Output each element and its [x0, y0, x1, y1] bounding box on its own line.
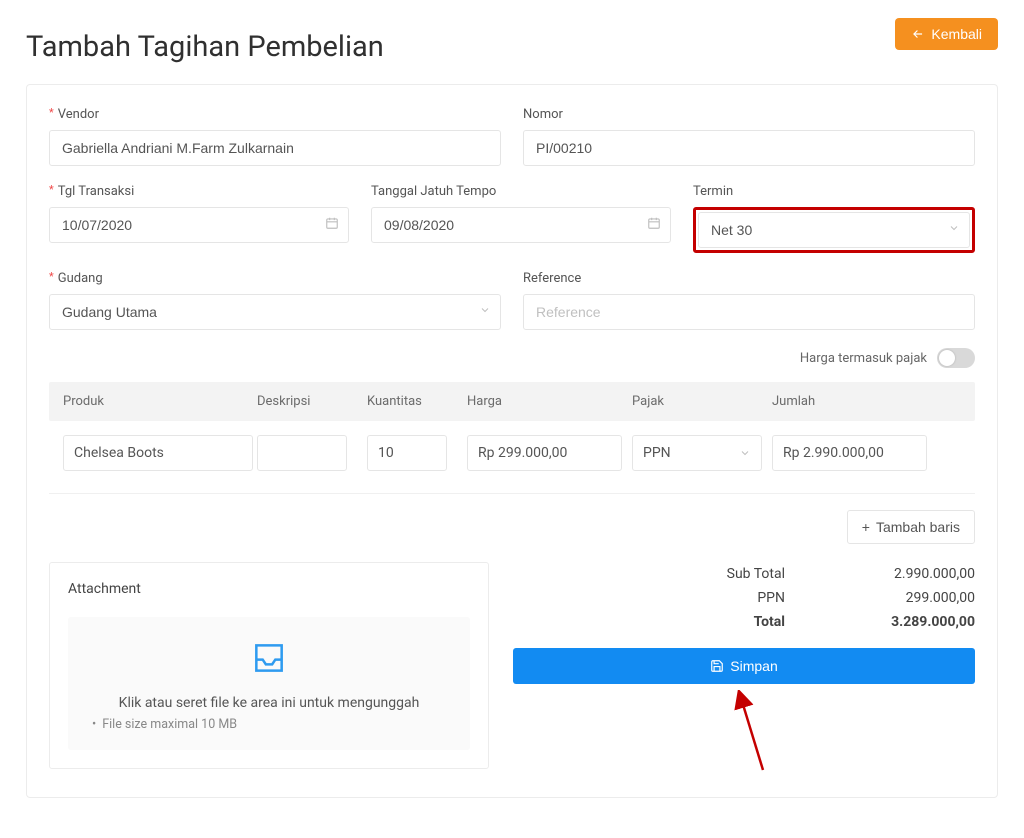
ppn-value: 299.000,00 [845, 590, 975, 606]
row-deskripsi-input[interactable] [257, 435, 347, 471]
back-button-label: Kembali [931, 26, 982, 42]
gudang-label: Gudang [49, 271, 501, 286]
row-pajak-select[interactable]: PPN [632, 435, 762, 471]
total-label: Total [685, 614, 785, 630]
plus-icon: + [862, 519, 870, 535]
vendor-label: Vendor [49, 107, 501, 122]
drop-zone-hint: File size maximal 10 MB [86, 717, 452, 732]
th-produk: Produk [57, 394, 257, 409]
file-drop-zone[interactable]: Klik atau seret file ke area ini untuk m… [68, 617, 470, 750]
line-items-table: Produk Deskripsi Kuantitas Harga Pajak J… [49, 382, 975, 494]
attachment-title: Attachment [68, 581, 470, 597]
gudang-select[interactable] [49, 294, 501, 330]
attachment-panel: Attachment Klik atau seret file ke area … [49, 562, 489, 769]
termin-select[interactable] [698, 212, 970, 248]
inbox-icon [247, 639, 291, 677]
total-value: 3.289.000,00 [845, 614, 975, 630]
tgl-transaksi-label: Tgl Transaksi [49, 184, 349, 199]
subtotal-value: 2.990.000,00 [845, 566, 975, 582]
add-row-label: Tambah baris [876, 519, 960, 535]
tax-toggle-label: Harga termasuk pajak [800, 351, 927, 366]
add-row-button[interactable]: + Tambah baris [847, 510, 975, 544]
arrow-left-icon [911, 27, 925, 41]
save-button-label: Simpan [730, 658, 777, 674]
row-kuantitas-input[interactable]: 10 [367, 435, 447, 471]
th-harga: Harga [467, 394, 632, 409]
row-produk-input[interactable]: Chelsea Boots [63, 435, 253, 471]
row-harga-input[interactable]: Rp 299.000,00 [467, 435, 622, 471]
vendor-input[interactable] [49, 130, 501, 166]
jatuh-tempo-label: Tanggal Jatuh Tempo [371, 184, 671, 199]
termin-highlight [693, 207, 975, 253]
page-title: Tambah Tagihan Pembelian [26, 30, 384, 64]
nomor-label: Nomor [523, 107, 975, 122]
save-icon [710, 659, 724, 673]
th-deskripsi: Deskripsi [257, 394, 367, 409]
th-jumlah: Jumlah [772, 394, 967, 409]
form-card: Vendor Nomor Tgl Transaksi Tanggal Jatuh [26, 84, 998, 798]
th-pajak: Pajak [632, 394, 772, 409]
th-kuantitas: Kuantitas [367, 394, 467, 409]
chevron-down-icon [739, 447, 751, 459]
tax-toggle[interactable] [937, 348, 975, 368]
nomor-input[interactable] [523, 130, 975, 166]
back-button[interactable]: Kembali [895, 18, 998, 50]
termin-label: Termin [693, 184, 975, 199]
row-jumlah-input[interactable]: Rp 2.990.000,00 [772, 435, 927, 471]
reference-label: Reference [523, 271, 975, 286]
jatuh-tempo-input[interactable] [371, 207, 671, 243]
ppn-label: PPN [685, 590, 785, 606]
save-button[interactable]: Simpan [513, 648, 975, 684]
drop-zone-text: Klik atau seret file ke area ini untuk m… [86, 695, 452, 711]
table-row: Chelsea Boots 10 Rp 299.000,00 PPN Rp 2.… [49, 421, 975, 494]
subtotal-label: Sub Total [685, 566, 785, 582]
reference-input[interactable] [523, 294, 975, 330]
tgl-transaksi-input[interactable] [49, 207, 349, 243]
